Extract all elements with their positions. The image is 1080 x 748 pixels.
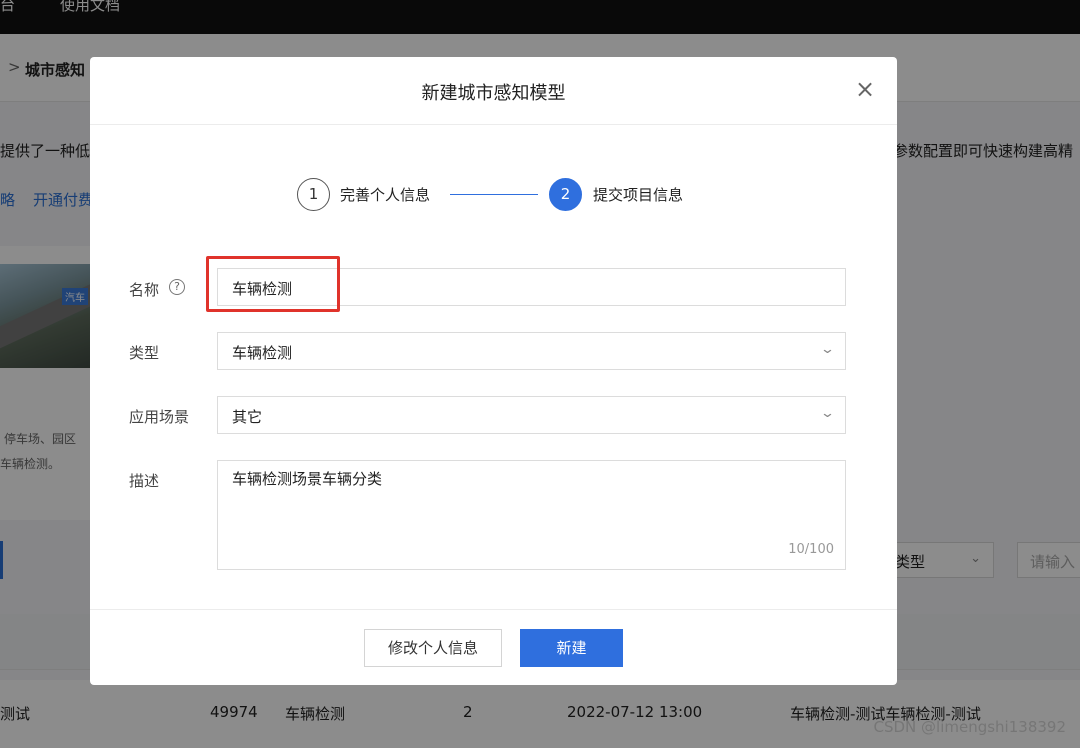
edit-profile-button[interactable]: 修改个人信息 <box>364 629 502 667</box>
name-label: 名称 <box>129 281 160 299</box>
help-icon[interactable]: ? <box>169 279 185 295</box>
step-2-indicator: 2 <box>549 178 582 211</box>
scene-label: 应用场景 <box>129 408 190 426</box>
close-icon[interactable]: × <box>853 77 877 101</box>
create-model-dialog: 新建城市感知模型 × 1 完善个人信息 2 提交项目信息 名称 ? 车辆检测 类… <box>90 57 897 685</box>
annotation-highlight-box <box>206 256 340 312</box>
scene-select-value: 其它 <box>232 408 263 426</box>
description-value: 车辆检测场景车辆分类 <box>232 470 383 488</box>
chevron-down-icon: ⌄ <box>819 342 836 357</box>
char-counter: 10/100 <box>788 542 834 557</box>
dialog-title: 新建城市感知模型 <box>421 83 566 104</box>
type-label: 类型 <box>129 344 160 362</box>
step-1-label: 完善个人信息 <box>340 186 431 204</box>
type-select-value: 车辆检测 <box>232 344 293 362</box>
chevron-down-icon: ⌄ <box>819 406 836 421</box>
dialog-footer-divider <box>90 609 897 610</box>
step-1-indicator: 1 <box>297 178 330 211</box>
description-textarea[interactable]: 车辆检测场景车辆分类 10/100 <box>217 460 846 570</box>
create-button[interactable]: 新建 <box>520 629 623 667</box>
description-label: 描述 <box>129 472 160 490</box>
step-connector <box>450 194 538 195</box>
type-select[interactable]: 车辆检测 ⌄ <box>217 332 846 370</box>
dialog-header: 新建城市感知模型 × <box>90 57 897 125</box>
scene-select[interactable]: 其它 ⌄ <box>217 396 846 434</box>
step-2-label: 提交项目信息 <box>593 186 684 204</box>
